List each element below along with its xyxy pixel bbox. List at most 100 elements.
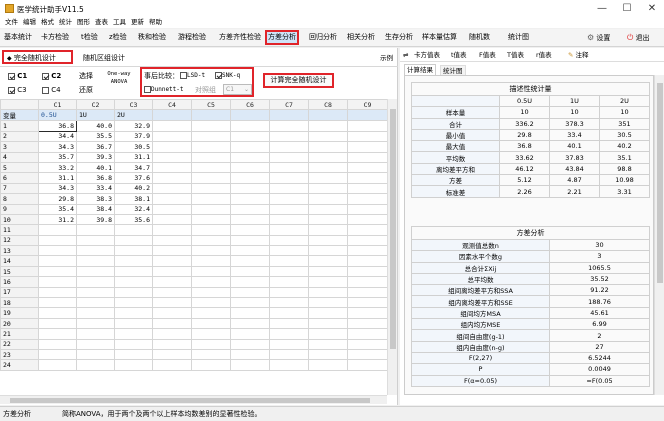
data-cell[interactable]: [191, 307, 231, 319]
data-cell[interactable]: 34.7: [114, 161, 153, 174]
menu-file[interactable]: 文件: [5, 17, 18, 28]
data-cell[interactable]: [114, 245, 153, 257]
data-cell[interactable]: [191, 338, 231, 351]
data-cell[interactable]: [230, 245, 270, 257]
data-cell[interactable]: [191, 245, 231, 257]
data-cell[interactable]: [347, 307, 387, 319]
data-cell[interactable]: [76, 307, 115, 319]
data-cell[interactable]: [152, 328, 192, 340]
data-cell[interactable]: [76, 328, 115, 340]
data-cell[interactable]: [230, 276, 270, 288]
data-cell[interactable]: [308, 213, 348, 226]
check-c4[interactable]: C4: [42, 85, 61, 95]
tab-chart[interactable]: 统计图: [440, 65, 466, 75]
data-cell[interactable]: [152, 130, 192, 143]
data-cell[interactable]: [191, 276, 231, 288]
data-cell[interactable]: [347, 224, 387, 236]
checkbox[interactable]: [215, 72, 222, 79]
data-cell[interactable]: [152, 276, 192, 288]
data-cell[interactable]: [38, 255, 77, 267]
column-header[interactable]: C2: [76, 99, 115, 111]
data-cell[interactable]: [269, 130, 309, 143]
data-cell[interactable]: [230, 297, 270, 309]
data-cell[interactable]: [230, 161, 270, 174]
menu-stats[interactable]: 统计: [59, 17, 72, 28]
data-cell[interactable]: [269, 307, 309, 319]
maximize-button[interactable]: ☐: [617, 2, 637, 15]
nav-homogeneity[interactable]: 方差齐性检验: [218, 30, 262, 45]
data-cell[interactable]: [269, 213, 309, 226]
checkbox[interactable]: [180, 72, 187, 79]
data-cell[interactable]: [152, 307, 192, 319]
nav-rank-sum[interactable]: 秩和检验: [137, 30, 167, 45]
check-c2[interactable]: C2: [42, 71, 61, 81]
data-cell[interactable]: [347, 297, 387, 309]
data-cell[interactable]: [152, 141, 192, 153]
data-cell[interactable]: [152, 182, 192, 195]
data-cell[interactable]: [114, 317, 153, 330]
data-cell[interactable]: [308, 297, 348, 309]
lsd-option[interactable]: LSD-t: [180, 71, 205, 81]
data-cell[interactable]: [269, 338, 309, 351]
data-cell[interactable]: [38, 276, 77, 288]
data-cell[interactable]: [230, 286, 270, 299]
data-cell[interactable]: [76, 286, 115, 299]
nav-runs-test[interactable]: 游程检验: [177, 30, 207, 45]
variable-name-cell[interactable]: 0.5U: [38, 109, 77, 122]
data-cell[interactable]: [308, 317, 348, 330]
data-cell[interactable]: [191, 234, 231, 247]
variable-name-cell[interactable]: [308, 109, 348, 122]
data-cell[interactable]: [38, 359, 77, 371]
data-cell[interactable]: 36.7: [76, 141, 115, 153]
data-cell[interactable]: 38.1: [114, 193, 153, 205]
data-cell[interactable]: [308, 151, 348, 163]
variable-name-cell[interactable]: [152, 109, 192, 122]
data-cell[interactable]: 32.9: [114, 120, 153, 132]
data-cell[interactable]: [191, 182, 231, 195]
data-cell[interactable]: [191, 286, 231, 299]
data-cell[interactable]: [230, 130, 270, 143]
data-cell[interactable]: [191, 348, 231, 361]
data-cell[interactable]: [152, 317, 192, 330]
data-cell[interactable]: [114, 255, 153, 267]
data-cell[interactable]: [191, 265, 231, 278]
dunnett-option[interactable]: Dunnett-t: [144, 85, 184, 95]
data-cell[interactable]: [191, 130, 231, 143]
column-header[interactable]: C9: [347, 99, 387, 111]
data-cell[interactable]: [269, 234, 309, 247]
data-cell[interactable]: [114, 328, 153, 340]
data-cell[interactable]: [269, 255, 309, 267]
check-c1[interactable]: C1: [8, 71, 27, 81]
data-cell[interactable]: [38, 265, 77, 278]
snk-option[interactable]: SNK-q: [215, 71, 240, 81]
data-cell[interactable]: [191, 213, 231, 226]
data-cell[interactable]: [76, 348, 115, 361]
data-cell[interactable]: [230, 213, 270, 226]
r-table-button[interactable]: r值表: [536, 48, 552, 62]
data-cell[interactable]: [347, 203, 387, 215]
data-cell[interactable]: [269, 120, 309, 132]
data-cell[interactable]: [76, 297, 115, 309]
data-cell[interactable]: [308, 328, 348, 340]
data-cell[interactable]: 38.4: [76, 203, 115, 215]
data-cell[interactable]: [347, 141, 387, 153]
data-cell[interactable]: [152, 151, 192, 163]
data-cell[interactable]: [152, 213, 192, 226]
data-cell[interactable]: [230, 234, 270, 247]
data-cell[interactable]: [230, 172, 270, 184]
data-cell[interactable]: [76, 224, 115, 236]
data-cell[interactable]: [152, 120, 192, 132]
checkbox[interactable]: [8, 72, 15, 80]
data-cell[interactable]: [38, 286, 77, 299]
nav-correlation[interactable]: 相关分析: [346, 30, 376, 45]
data-cell[interactable]: 35.5: [76, 130, 115, 143]
variable-name-cell[interactable]: [347, 109, 387, 122]
data-cell[interactable]: [308, 182, 348, 195]
tab-randomized-block-design[interactable]: 随机区组设计: [80, 52, 128, 66]
data-cell[interactable]: [347, 265, 387, 278]
data-cell[interactable]: [191, 328, 231, 340]
demo-link[interactable]: 示例: [377, 52, 396, 66]
data-cell[interactable]: [230, 307, 270, 319]
data-cell[interactable]: 33.2: [38, 161, 77, 174]
column-header[interactable]: C1: [38, 99, 77, 111]
